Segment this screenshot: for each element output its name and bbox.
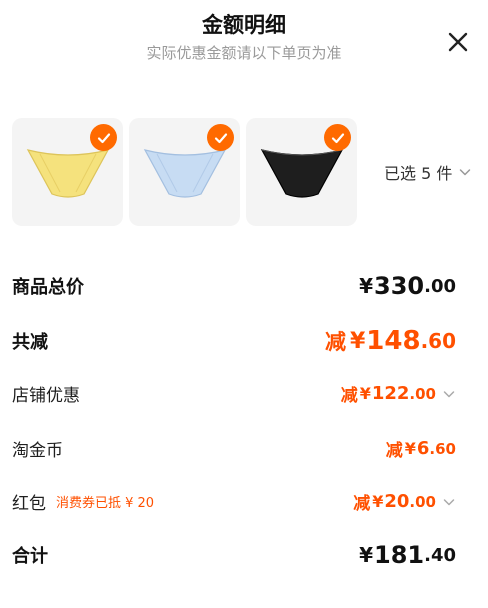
currency-symbol: ¥ xyxy=(359,543,373,567)
red-packet-amount: 减 ¥ 20 .00 xyxy=(353,489,456,514)
amount-integer: 20 xyxy=(384,491,410,512)
taojinbi-amount: 减 ¥ 6 .60 xyxy=(386,436,456,461)
selected-check-2 xyxy=(207,124,234,151)
chevron-down-icon xyxy=(442,387,456,401)
check-icon xyxy=(331,132,344,143)
taojinbi-row: 淘金币 减 ¥ 6 .60 xyxy=(12,436,456,461)
currency-symbol: ¥ xyxy=(359,274,373,298)
amount-integer: 148 xyxy=(366,326,421,356)
check-icon xyxy=(97,132,110,143)
selected-count-label: 已选 5 件 xyxy=(384,164,453,183)
discount-prefix: 减 xyxy=(340,386,358,406)
page-subtitle: 实际优惠金额请以下单页为准 xyxy=(146,44,342,62)
shop-discount-amount: 减 ¥ 122 .00 xyxy=(341,381,456,406)
close-icon xyxy=(448,32,468,52)
page-title: 金额明细 xyxy=(202,13,286,37)
red-packet-row[interactable]: 红包 消费券已抵 ¥ 20 减 ¥ 20 .00 xyxy=(12,489,456,514)
red-packet-label-group: 红包 消费券已抵 ¥ 20 xyxy=(12,489,154,514)
product-image-3 xyxy=(260,149,344,198)
goods-total-label: 商品总价 xyxy=(12,277,84,298)
goods-total-amount: ¥ 330 .00 xyxy=(359,272,456,300)
chevron-down-icon xyxy=(442,495,456,509)
selected-check-3 xyxy=(324,124,351,151)
shop-discount-row[interactable]: 店铺优惠 减 ¥ 122 .00 xyxy=(12,381,456,406)
red-packet-label: 红包 xyxy=(12,494,46,514)
shop-discount-label: 店铺优惠 xyxy=(12,386,80,406)
sum-label: 合计 xyxy=(12,546,48,567)
amount-decimal: .00 xyxy=(409,492,436,511)
selected-count-toggle[interactable]: 已选 5 件 xyxy=(384,160,472,184)
sum-amount: ¥ 181 .40 xyxy=(359,541,456,569)
product-image-1 xyxy=(26,149,110,198)
total-discount-row: 共减 减 ¥ 148 .60 xyxy=(12,326,456,356)
currency-symbol: ¥ xyxy=(404,439,416,458)
product-thumb-1[interactable] xyxy=(12,118,123,226)
sum-row: 合计 ¥ 181 .40 xyxy=(12,541,456,569)
discount-prefix: 减 xyxy=(353,494,371,514)
amount-integer: 122 xyxy=(371,383,410,404)
amount-integer: 6 xyxy=(416,438,430,459)
currency-symbol: ¥ xyxy=(359,384,371,403)
product-thumbnails xyxy=(12,118,357,226)
currency-symbol: ¥ xyxy=(372,492,384,511)
amount-integer: 181 xyxy=(374,541,425,569)
chevron-down-icon xyxy=(458,165,472,179)
taojinbi-label: 淘金币 xyxy=(12,441,63,461)
product-image-2 xyxy=(143,149,227,198)
discount-prefix: 减 xyxy=(324,330,346,354)
amount-decimal: .60 xyxy=(429,439,456,458)
product-thumb-2[interactable] xyxy=(129,118,240,226)
header: 金额明细 实际优惠金额请以下单页为准 xyxy=(0,10,488,64)
goods-total-row: 商品总价 ¥ 330 .00 xyxy=(12,272,456,300)
coupon-note: 消费券已抵 ¥ 20 xyxy=(56,496,155,511)
check-icon xyxy=(214,132,227,143)
discount-prefix: 减 xyxy=(385,441,403,461)
selected-check-1 xyxy=(90,124,117,151)
amount-decimal: .40 xyxy=(424,544,456,566)
close-button[interactable] xyxy=(444,28,472,56)
total-discount-amount: 减 ¥ 148 .60 xyxy=(325,326,456,356)
amount-detail-sheet: 金额明细 实际优惠金额请以下单页为准 已选 5 件 商品总价 ¥ 330 .00… xyxy=(0,0,488,608)
amount-decimal: .60 xyxy=(420,329,456,353)
amount-integer: 330 xyxy=(374,272,425,300)
total-discount-label: 共减 xyxy=(12,332,48,353)
amount-decimal: .00 xyxy=(424,275,456,297)
product-thumb-3[interactable] xyxy=(246,118,357,226)
amount-decimal: .00 xyxy=(409,384,436,403)
currency-symbol: ¥ xyxy=(349,328,366,354)
